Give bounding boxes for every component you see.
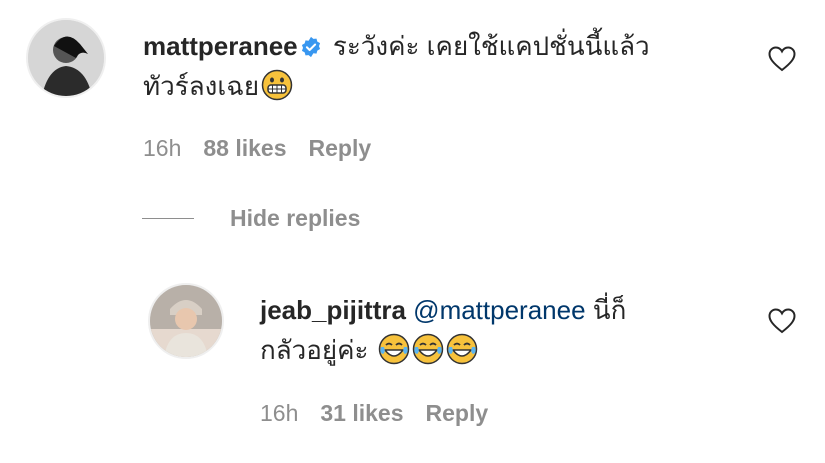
reply-meta: 16h 31 likes Reply bbox=[260, 400, 488, 427]
face-with-tears-of-joy-icon bbox=[378, 333, 409, 365]
heart-icon[interactable] bbox=[768, 308, 796, 334]
reply-button[interactable]: Reply bbox=[426, 400, 489, 427]
username[interactable]: mattperanee bbox=[143, 31, 298, 61]
comment-text: mattperanee ระวังค่ะ เคยใช้แคปชั่นนี้แล้… bbox=[143, 26, 743, 106]
username[interactable]: jeab_pijittra bbox=[260, 295, 406, 325]
face-with-tears-of-joy-icon bbox=[412, 333, 443, 365]
face-with-tears-of-joy-icon bbox=[446, 333, 477, 365]
hide-replies-divider bbox=[142, 218, 194, 219]
reply-line-1-suffix: นี่ก็ bbox=[592, 295, 627, 325]
hide-replies-label: Hide replies bbox=[230, 205, 361, 231]
avatar[interactable] bbox=[26, 18, 106, 98]
avatar[interactable] bbox=[148, 283, 224, 359]
timestamp[interactable]: 16h bbox=[260, 400, 298, 427]
mention-link[interactable]: @mattperanee bbox=[413, 295, 585, 325]
comment-line-2: ทัวร์ลงเฉย bbox=[143, 71, 260, 101]
reply-button[interactable]: Reply bbox=[309, 135, 372, 162]
timestamp[interactable]: 16h bbox=[143, 135, 181, 162]
verified-badge-icon bbox=[301, 36, 320, 58]
comment-line-1: ระวังค่ะ เคยใช้แคปชั่นนี้แล้ว bbox=[332, 31, 650, 61]
reply-text: jeab_pijittra @mattperanee นี่ก็ กลัวอยู… bbox=[260, 290, 740, 370]
grimacing-face-icon bbox=[261, 69, 293, 101]
heart-icon[interactable] bbox=[768, 46, 796, 72]
likes-count[interactable]: 31 likes bbox=[320, 400, 403, 427]
comment-meta: 16h 88 likes Reply bbox=[143, 135, 371, 162]
hide-replies-button[interactable]: Hide replies bbox=[142, 205, 360, 232]
likes-count[interactable]: 88 likes bbox=[203, 135, 286, 162]
reply-line-2: กลัวอยู่ค่ะ bbox=[260, 335, 369, 365]
profile-photo bbox=[150, 285, 222, 357]
profile-photo bbox=[28, 20, 104, 96]
